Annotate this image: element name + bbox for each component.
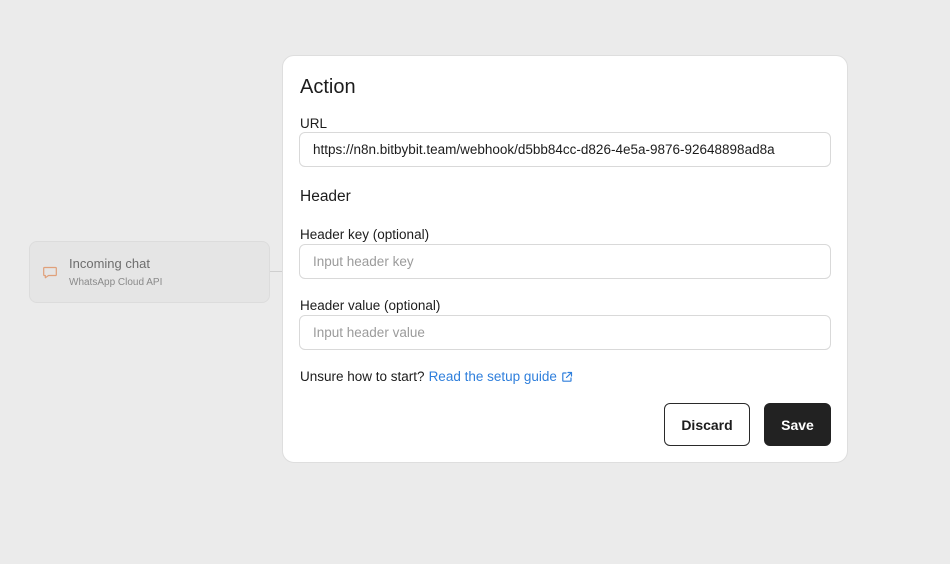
header-section-heading: Header (300, 188, 351, 205)
incoming-chat-node[interactable]: Incoming chat WhatsApp Cloud API (29, 241, 270, 303)
node-title: Incoming chat (69, 256, 150, 271)
help-prefix: Unsure how to start? (300, 369, 425, 384)
header-key-input[interactable] (299, 244, 831, 279)
setup-guide-link-label: Read the setup guide (428, 369, 557, 384)
action-panel: Action URL Header Header key (optional) … (282, 55, 848, 463)
discard-button[interactable]: Discard (664, 403, 750, 446)
setup-guide-link[interactable]: Read the setup guide (429, 369, 573, 384)
header-key-label: Header key (optional) (300, 227, 430, 242)
node-connector (270, 271, 282, 272)
header-value-label: Header value (optional) (300, 298, 441, 313)
url-label: URL (300, 116, 328, 131)
url-input[interactable] (299, 132, 831, 167)
node-subtitle: WhatsApp Cloud API (69, 277, 163, 288)
save-button[interactable]: Save (764, 403, 831, 446)
external-link-icon (561, 371, 573, 386)
chat-bubble-icon (42, 264, 58, 280)
panel-title: Action (300, 76, 356, 98)
help-row: Unsure how to start? Read the setup guide (300, 369, 573, 386)
header-value-input[interactable] (299, 315, 831, 350)
